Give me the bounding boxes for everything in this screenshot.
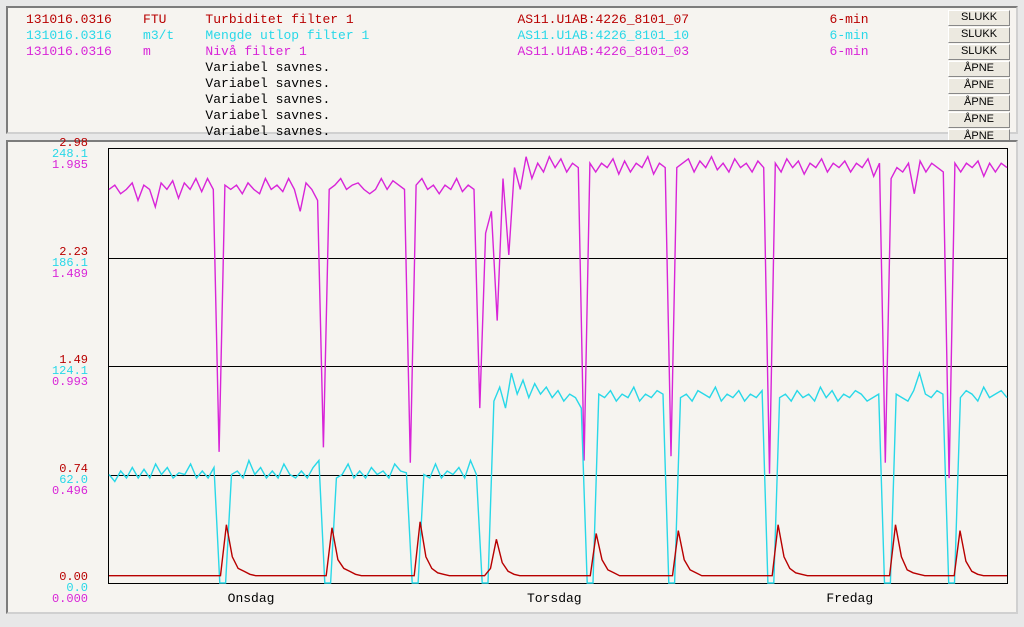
trend-chart-panel: 2.98248.11.9852.23186.11.4891.49124.10.9… — [6, 140, 1018, 614]
y-axis-tick: 1.489 — [0, 267, 88, 281]
series-turbiditet-filter-1 — [109, 522, 1007, 576]
y-axis-tick: 1.985 — [0, 158, 88, 172]
x-axis-day-label: Torsdag — [527, 591, 582, 606]
series-mengde-utlop-filter-1 — [109, 373, 1007, 583]
apne-button[interactable]: ÅPNE — [948, 95, 1010, 111]
missing-variable-label: Variabel savnes. — [26, 108, 869, 124]
slukk-button[interactable]: SLUKK — [948, 27, 1010, 43]
x-axis-day-label: Fredag — [826, 591, 873, 606]
apne-button[interactable]: ÅPNE — [948, 78, 1010, 94]
apne-button[interactable]: ÅPNE — [948, 61, 1010, 77]
missing-variable-label: Variabel savnes. — [26, 76, 869, 92]
missing-variable-label: Variabel savnes. — [26, 124, 869, 140]
slukk-button[interactable]: SLUKK — [948, 10, 1010, 26]
trend-traces — [108, 148, 1008, 584]
y-axis-tick: 0.000 — [0, 592, 88, 606]
missing-variable-label: Variabel savnes. — [26, 60, 869, 76]
signal-list: 131016.0316 FTU Turbiditet filter 1 AS11… — [26, 12, 869, 140]
x-axis-day-label: Onsdag — [228, 591, 275, 606]
slukk-button[interactable]: SLUKK — [948, 44, 1010, 60]
signal-row: 131016.0316 m3/t Mengde utlop filter 1 A… — [26, 28, 869, 44]
signal-row: 131016.0316 FTU Turbiditet filter 1 AS11… — [26, 12, 869, 28]
y-axis-tick: 0.496 — [0, 484, 88, 498]
y-axis-tick: 0.993 — [0, 375, 88, 389]
missing-variable-label: Variabel savnes. — [26, 92, 869, 108]
header-button-column: SLUKKSLUKKSLUKKÅPNEÅPNEÅPNEÅPNEÅPNE — [948, 10, 1010, 145]
series-nivå-filter-1 — [109, 157, 1007, 478]
signal-row: 131016.0316 m Nivå filter 1 AS11.U1AB:42… — [26, 44, 869, 60]
apne-button[interactable]: ÅPNE — [948, 112, 1010, 128]
signal-header-panel: 131016.0316 FTU Turbiditet filter 1 AS11… — [6, 6, 1018, 134]
